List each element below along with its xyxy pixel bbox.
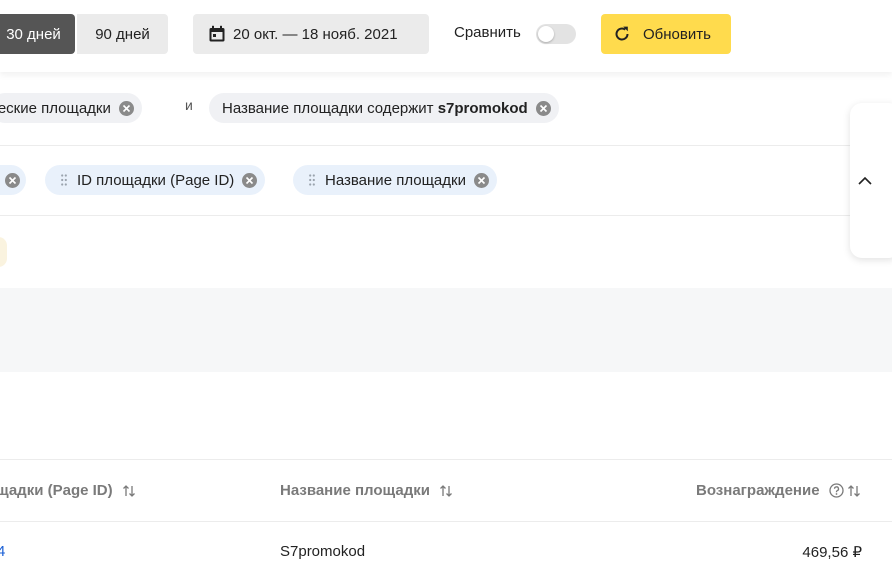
table-row: 4 S7promokod 469,56 ₽ — [0, 521, 892, 583]
compare-label: Сравнить — [454, 24, 521, 41]
grouping-chip-page-name[interactable]: Название площадки — [293, 165, 497, 195]
drag-handle-icon[interactable] — [61, 174, 67, 186]
chevron-up-icon — [858, 176, 872, 185]
page-id-link[interactable]: 4 — [0, 543, 5, 560]
sort-icon[interactable] — [847, 484, 861, 497]
date-range-button[interactable]: 20 окт. — 18 нояб. 2021 — [193, 14, 429, 54]
table-header: щадки (Page ID) Название площадки Вознаг… — [0, 459, 892, 522]
partial-chip[interactable] — [0, 237, 7, 267]
filter-chip-name-contains[interactable]: Название площадки содержит s7promokod — [209, 93, 559, 123]
period-30-button[interactable]: 30 дней — [0, 14, 75, 54]
column-header-label: Вознаграждение — [696, 482, 820, 499]
close-icon[interactable] — [473, 172, 489, 188]
column-header-reward[interactable]: Вознаграждение — [696, 482, 861, 499]
filters-row: ческие площадки и Название площадки соде… — [0, 73, 892, 146]
chart-area-placeholder — [0, 288, 892, 372]
calendar-icon — [208, 25, 226, 43]
sort-icon[interactable] — [122, 484, 136, 497]
column-header-label: Название площадки — [280, 482, 430, 499]
filter-chip-value: s7promokod — [437, 99, 528, 117]
page-name-cell: S7promokod — [280, 543, 366, 560]
grouping-chip-label: ID площадки (Page ID) — [77, 171, 235, 189]
toggle-knob — [538, 26, 554, 42]
close-icon[interactable] — [535, 100, 551, 116]
and-label: и — [185, 97, 193, 113]
grouping-chip-label: Название площадки — [325, 171, 466, 189]
refresh-label: Обновить — [643, 25, 711, 43]
column-header-page-id[interactable]: щадки (Page ID) — [0, 482, 136, 499]
grouping-row: D ID площадки (Page ID) Название площадк… — [0, 145, 892, 216]
drag-handle-icon[interactable] — [309, 174, 315, 186]
help-icon[interactable] — [828, 483, 844, 498]
extra-filter-row — [0, 216, 892, 287]
refresh-icon — [613, 25, 631, 43]
compare-toggle[interactable] — [536, 24, 576, 44]
close-icon[interactable] — [4, 172, 20, 188]
filter-chip-label: ческие площадки — [0, 99, 111, 117]
filter-chip-platforms[interactable]: ческие площадки — [0, 93, 142, 123]
column-header-page-name[interactable]: Название площадки — [280, 482, 453, 499]
toolbar: 30 дней 90 дней 20 окт. — 18 нояб. 2021 … — [0, 0, 892, 72]
refresh-button[interactable]: Обновить — [601, 14, 731, 54]
sort-icon[interactable] — [439, 484, 453, 497]
filter-chip-prefix: Название площадки содержит — [222, 99, 438, 117]
column-header-label: щадки (Page ID) — [0, 482, 113, 499]
close-icon[interactable] — [242, 172, 258, 188]
collapse-panel-button[interactable] — [850, 103, 892, 258]
reward-cell: 469,56 ₽ — [802, 544, 862, 561]
period-90-button[interactable]: 90 дней — [77, 14, 168, 54]
close-icon[interactable] — [118, 100, 134, 116]
date-range-label: 20 окт. — 18 нояб. 2021 — [233, 25, 398, 43]
grouping-chip-page-id[interactable]: ID площадки (Page ID) — [45, 165, 266, 195]
grouping-chip-partial[interactable]: D — [0, 165, 26, 195]
